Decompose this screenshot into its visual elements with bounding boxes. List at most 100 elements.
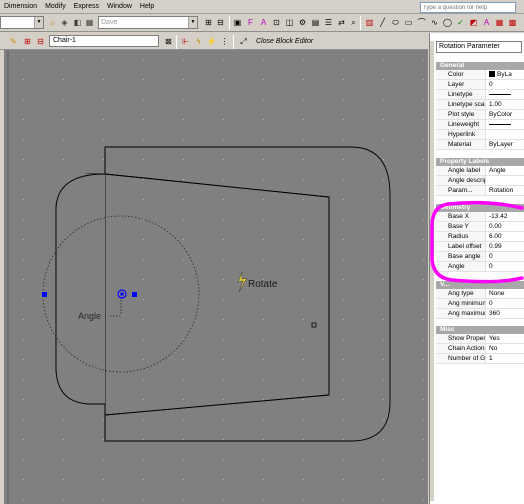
prop-value[interactable]: ByLayer [486,140,524,149]
prop-row[interactable]: Number of Grips1 [436,354,524,364]
prop-value[interactable]: No [486,344,524,353]
selection-dropdown[interactable]: Rotation Parameter [436,41,522,53]
polygon-icon[interactable]: ⬭ [390,17,401,28]
section-header-value-set[interactable]: V... [436,281,524,289]
prop-row[interactable]: Base angle 0 [436,252,524,262]
drawing-canvas[interactable]: Angle Rotate [4,50,428,504]
layer-manager-icon[interactable]: ⊞ [203,17,214,28]
field-icon[interactable]: F [245,17,256,28]
edit-block-icon[interactable]: ✎ [8,36,19,47]
prop-row[interactable]: Angle 0 [436,262,524,272]
prop-value[interactable]: 0 [486,299,524,308]
layer-prev-icon[interactable]: ◈ [59,17,70,28]
prop-value[interactable]: 0 [486,252,524,261]
prop-value[interactable]: Rotation [486,186,524,195]
pline-icon[interactable]: ╱ [377,17,388,28]
grid-icon[interactable]: ▣ [232,17,243,28]
prop-value[interactable]: Angle [486,166,524,175]
block-icon[interactable]: ⊡ [271,17,282,28]
spline-icon[interactable]: ∿ [429,17,440,28]
prop-row[interactable]: Material ByLayer [436,140,524,150]
prop-row[interactable]: Angle label Angle [436,166,524,176]
prop-value[interactable]: 6.00 [486,232,524,241]
menu-dimension[interactable]: Dimension [0,0,41,14]
section-header-geometry[interactable]: Geometry [436,204,524,212]
layer-settings-icon[interactable]: ⊟ [215,17,226,28]
chevron-down-icon[interactable]: ▼ [34,17,43,28]
attdef-icon[interactable]: A [258,17,269,28]
chevron-down-icon[interactable]: ▼ [188,17,197,28]
prop-row[interactable]: Plot style ByColor [436,110,524,120]
block-name-field[interactable]: Chair-1 [49,35,159,47]
prop-row[interactable]: Linetype scale 1.00 [436,100,524,110]
prop-row[interactable]: Angle descript... [436,176,524,186]
section-header-general[interactable]: General [436,62,524,70]
ellipse-icon[interactable]: ◯ [442,17,453,28]
prop-row[interactable]: Base Y 0.00 [436,222,524,232]
save-as-block-icon[interactable]: ⊟ [35,36,46,47]
layer-state-icon[interactable]: ☼ [47,17,58,28]
prop-value[interactable] [486,130,524,139]
prop-row[interactable]: Label offset 0.99 [436,242,524,252]
grip-radius[interactable] [132,292,137,297]
tool-icon[interactable]: ⚙ [297,17,308,28]
prop-value[interactable]: Yes [486,334,524,343]
insert-icon[interactable]: ◫ [284,17,295,28]
table-icon[interactable]: ▤ [310,17,321,28]
hatch-icon[interactable]: ✓ [455,17,466,28]
prop-row[interactable]: Linetype [436,90,524,100]
prop-row[interactable]: Base X -13.42 [436,212,524,222]
region-icon[interactable]: ◩ [468,17,479,28]
prop-value[interactable]: 1.00 [486,100,524,109]
menu-modify[interactable]: Modify [41,0,70,14]
prop-row[interactable]: Color ByLa [436,70,524,80]
layer-combo[interactable]: ▼ [0,16,44,29]
prop-row[interactable]: Hyperlink [436,130,524,140]
prop-row[interactable]: Param... Rotation [436,186,524,196]
rotate-action-label[interactable]: Rotate [248,279,278,290]
help-search-input[interactable] [420,2,516,13]
prop-row[interactable]: Chain Actions No [436,344,524,354]
prop-value[interactable]: -13.42 [486,212,524,221]
prop-value[interactable]: 360 [486,309,524,318]
section-header-misc[interactable]: Misc [436,326,524,334]
update-icon[interactable]: ⤢ [238,36,249,47]
prop-value[interactable] [486,176,524,185]
line-icon[interactable]: ▥ [364,17,375,28]
prop-value[interactable]: ByColor [486,110,524,119]
point-icon[interactable]: ▦ [494,17,505,28]
swap-icon[interactable]: ⇄ [336,17,347,28]
prop-row[interactable]: Radius 6.00 [436,232,524,242]
prop-value[interactable]: 0 [486,262,524,271]
arc-icon[interactable]: ⌒ [416,17,427,28]
mtext-icon[interactable]: A [481,17,492,28]
parameter-icon[interactable]: ⊩ [180,36,191,47]
menu-help[interactable]: Help [136,0,158,14]
prop-value[interactable]: 1 [486,354,524,363]
gradient-icon[interactable]: ▩ [507,17,518,28]
prop-value[interactable] [486,90,524,99]
zoom-icon[interactable]: ⌕ [348,17,359,28]
prop-row[interactable]: Show PropertiesYes [436,334,524,344]
layer-iso-icon[interactable]: ▦ [84,17,95,28]
prop-row[interactable]: Ang type None [436,289,524,299]
authoring-palette-icon[interactable]: ⊠ [163,36,174,47]
parameter-set-icon[interactable]: ⚡ [206,36,217,47]
linetype-combo[interactable]: Dave ▼ [98,16,198,29]
prop-value[interactable]: 0.99 [486,242,524,251]
rectangle-icon[interactable]: ▭ [403,17,414,28]
layer-match-icon[interactable]: ◧ [72,17,83,28]
grip-base[interactable] [42,292,47,297]
prop-row[interactable]: Ang minimum 0 [436,299,524,309]
prop-row[interactable]: Layer 0 [436,80,524,90]
prop-value[interactable]: 0.00 [486,222,524,231]
close-block-editor-button[interactable]: Close Block Editor [256,36,313,47]
prop-row[interactable]: Lineweight [436,120,524,130]
prop-value[interactable]: ByLa [486,70,524,79]
prop-value[interactable]: None [486,289,524,298]
action-icon[interactable]: ϟ [193,36,204,47]
visibility-icon[interactable]: ⋮ [219,36,230,47]
properties-title-strip[interactable] [430,41,434,501]
section-header-property-labels[interactable]: Property Labels [436,158,524,166]
prop-value[interactable] [486,120,524,129]
